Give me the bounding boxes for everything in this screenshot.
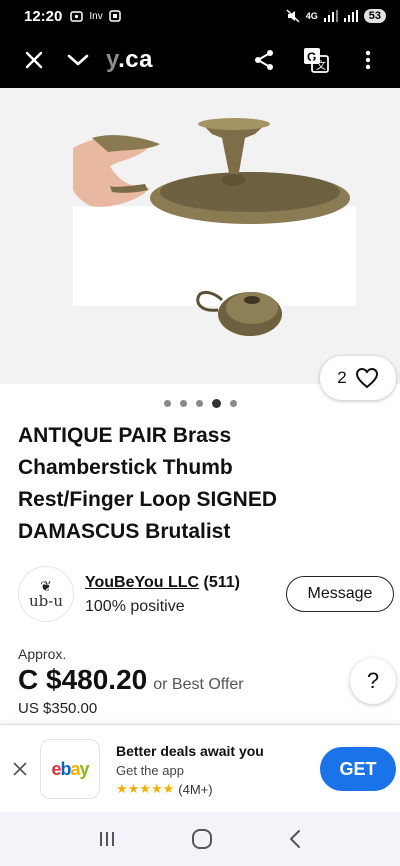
usd-price: US $350.00 xyxy=(18,700,98,717)
system-nav-bar xyxy=(0,812,400,866)
get-app-button[interactable]: GET xyxy=(320,747,396,791)
watch-count: 2 xyxy=(337,368,347,387)
heart-icon xyxy=(355,367,378,389)
minimize-button[interactable] xyxy=(56,38,100,82)
screenshot-icon xyxy=(108,10,121,22)
pagination-dot[interactable] xyxy=(179,400,187,407)
status-bar: 12:20 Inv 4G 53 xyxy=(0,0,400,32)
notification-icon xyxy=(70,10,84,22)
url-faded-part: y xyxy=(106,46,119,73)
battery-indicator: 53 xyxy=(363,9,386,23)
listing-image-gallery[interactable] xyxy=(0,88,400,384)
ebay-logo-b: b xyxy=(60,758,71,779)
status-time: 12:20 xyxy=(24,7,63,25)
listing-title: ANTIQUE PAIR Brass Chamberstick Thumb Re… xyxy=(18,424,278,543)
price-block: Approx. C $480.20 or Best Offer US $350.… xyxy=(18,646,388,717)
seller-positive-rate: 100% positive xyxy=(85,598,185,615)
seller-feedback-count: (511) xyxy=(203,574,240,591)
banner-close-button[interactable] xyxy=(6,755,34,783)
best-offer-label: or Best Offer xyxy=(153,676,244,693)
share-button[interactable] xyxy=(242,38,286,82)
more-vertical-icon xyxy=(365,50,371,70)
pagination-dot[interactable] xyxy=(229,400,237,407)
message-button[interactable]: Message xyxy=(286,576,394,612)
close-icon xyxy=(13,762,27,776)
signal-icon xyxy=(323,10,338,22)
seller-avatar[interactable]: ❦ ub-u xyxy=(18,566,74,622)
seller-name-line: YouBeYou LLC (511) xyxy=(85,574,240,592)
rating-count: (4M+) xyxy=(178,781,213,797)
ebay-app-logo: ebay xyxy=(40,739,100,799)
signal-icon-2 xyxy=(343,10,358,22)
image-pagination xyxy=(0,399,400,408)
ebay-logo-e: e xyxy=(51,758,61,779)
close-icon xyxy=(25,51,43,69)
help-button[interactable]: ? xyxy=(350,658,396,704)
url-main-part: .ca xyxy=(118,46,153,73)
seller-info: ❦ ub-u YouBeYou LLC (511) 100% positive … xyxy=(18,566,394,622)
recent-apps-icon[interactable] xyxy=(97,830,117,848)
translate-icon: G文 xyxy=(304,48,329,73)
chevron-down-icon xyxy=(67,54,89,66)
home-icon[interactable] xyxy=(191,828,213,850)
status-left-icons: Inv xyxy=(70,10,121,23)
pagination-dot[interactable] xyxy=(163,400,171,407)
banner-subtitle: Get the app xyxy=(116,763,184,778)
url-display[interactable]: y.ca xyxy=(106,46,153,74)
listing-photo xyxy=(73,118,350,336)
share-icon xyxy=(255,50,273,70)
seller-logo-text: ub-u xyxy=(29,591,63,610)
pagination-dot-active[interactable] xyxy=(211,399,221,408)
banner-rating: ★★★★★ (4M+) xyxy=(116,781,213,797)
watch-button[interactable]: 2 xyxy=(320,356,396,400)
banner-title: Better deals await you xyxy=(116,743,264,759)
pagination-dot[interactable] xyxy=(195,400,203,407)
star-rating-icons: ★★★★★ xyxy=(116,781,175,796)
approx-label: Approx. xyxy=(18,646,67,662)
back-icon[interactable] xyxy=(287,829,303,849)
translate-button[interactable]: G文 xyxy=(294,38,338,82)
more-options-button[interactable] xyxy=(346,38,390,82)
svg-text:文: 文 xyxy=(316,59,326,72)
network-label: 4G xyxy=(305,11,318,21)
close-tab-button[interactable] xyxy=(12,38,56,82)
ebay-logo-y: y xyxy=(79,758,90,779)
seller-name-link[interactable]: YouBeYou LLC xyxy=(85,574,199,591)
ebay-logo-a: a xyxy=(70,758,80,779)
price-amount: C $480.20 xyxy=(18,664,148,695)
app-install-banner: ebay Better deals await you Get the app … xyxy=(0,724,400,812)
wheat-icon: ❦ xyxy=(40,577,52,594)
price-line: C $480.20 or Best Offer xyxy=(18,664,388,696)
browser-toolbar: y.ca G文 xyxy=(0,32,400,88)
inv-icon: Inv xyxy=(89,10,103,22)
mute-icon xyxy=(286,9,300,23)
status-right-icons: 4G 53 xyxy=(286,9,386,23)
